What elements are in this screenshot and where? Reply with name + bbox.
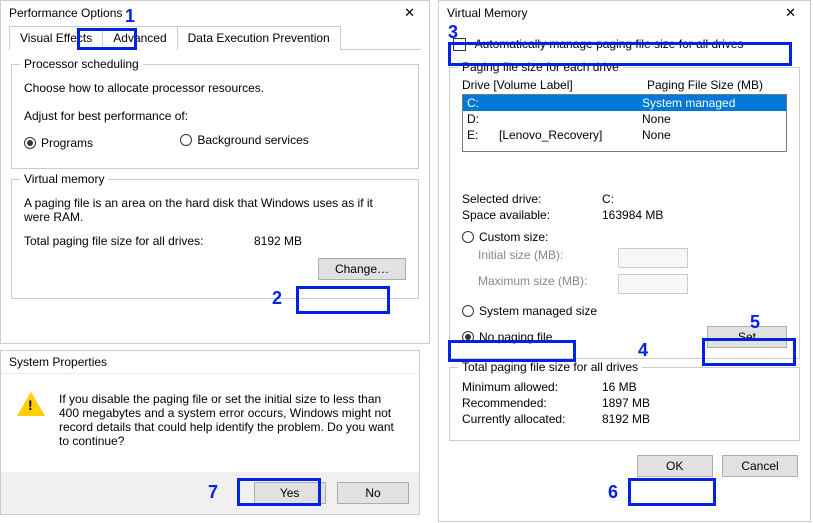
drive-letter: C: [467,96,499,110]
vm-title: Virtual Memory [447,6,527,20]
drive-label: [Lenovo_Recovery] [499,128,642,142]
tab-visual-effects[interactable]: Visual Effects [9,26,103,50]
radio-label: Programs [41,136,93,150]
radio-no-paging-file[interactable]: No paging file [462,330,552,344]
currently-allocated-label: Currently allocated: [462,412,602,426]
tab-label: Visual Effects [20,31,92,45]
tab-label: Data Execution Prevention [188,31,330,45]
radio-label: System managed size [479,304,597,318]
space-available-value: 163984 MB [602,208,663,222]
group-title: Total paging file size for all drives [458,360,642,374]
total-paging-group: Total paging file size for all drives Mi… [449,367,800,441]
hdr-drive: Drive [Volume Label] [462,78,647,92]
drive-row[interactable]: C: System managed [463,95,786,111]
radio-label: Custom size: [479,230,548,244]
ok-button[interactable]: OK [637,455,713,477]
drive-size: None [642,128,782,142]
no-button[interactable]: No [337,482,409,504]
vm-desc: A paging file is an area on the hard dis… [24,196,384,224]
drive-row[interactable]: D: None [463,111,786,127]
radio-system-managed[interactable]: System managed size [462,304,597,318]
selected-drive-label: Selected drive: [462,192,602,206]
drive-label [499,96,642,110]
group-title: Processor scheduling [20,57,143,71]
drive-size: None [642,112,782,126]
set-button[interactable]: Set [707,326,787,348]
drive-letter: D: [467,112,499,126]
each-drive-group: Paging file size for each drive Drive [V… [449,67,800,359]
currently-allocated-value: 8192 MB [602,412,650,426]
radio-programs[interactable]: Programs [24,136,93,150]
recommended-value: 1897 MB [602,396,650,410]
ps-desc: Choose how to allocate processor resourc… [24,81,406,95]
cancel-button[interactable]: Cancel [722,455,798,477]
radio-custom-size[interactable]: Custom size: [462,230,548,244]
sp-message: If you disable the paging file or set th… [59,392,403,448]
drive-size: System managed [642,96,782,110]
hdr-size: Paging File Size (MB) [647,78,787,92]
drive-list[interactable]: C: System managed D: None E: [Lenovo_Rec… [462,94,787,152]
sp-titlebar: System Properties [1,351,419,374]
virtual-memory-dialog: Virtual Memory ✕ Automatically manage pa… [438,0,811,522]
virtual-memory-group: Virtual memory A paging file is an area … [11,179,419,299]
group-title: Virtual memory [20,172,108,186]
radio-background-services[interactable]: Background services [180,133,308,147]
perf-title: Performance Options [9,6,122,20]
yes-button[interactable]: Yes [254,482,326,504]
recommended-label: Recommended: [462,396,602,410]
ps-adjust: Adjust for best performance of: [24,109,406,123]
drive-letter: E: [467,128,499,142]
warning-icon [17,392,45,448]
initial-size-label: Initial size (MB): [478,248,618,268]
radio-label: Background services [197,133,308,147]
auto-manage-checkbox[interactable] [453,38,466,51]
perf-titlebar: Performance Options ✕ [1,1,429,25]
selected-drive-value: C: [602,192,614,206]
performance-options-dialog: Performance Options ✕ Visual Effects Adv… [0,0,430,344]
vm-titlebar: Virtual Memory ✕ [439,1,810,25]
group-title: Paging file size for each drive [458,60,623,74]
initial-size-input [618,248,688,268]
tab-dep[interactable]: Data Execution Prevention [177,26,341,50]
max-size-input [618,274,688,294]
close-icon[interactable]: ✕ [398,5,421,21]
min-allowed-label: Minimum allowed: [462,380,602,394]
tab-advanced[interactable]: Advanced [102,26,177,50]
drive-label [499,112,642,126]
vm-total-label: Total paging file size for all drives: [24,234,254,248]
change-button[interactable]: Change… [318,258,406,280]
max-size-label: Maximum size (MB): [478,274,618,294]
min-allowed-value: 16 MB [602,380,637,394]
processor-scheduling-group: Processor scheduling Choose how to alloc… [11,64,419,169]
radio-label: No paging file [479,330,552,344]
close-icon[interactable]: ✕ [779,5,802,21]
system-properties-dialog: System Properties If you disable the pag… [0,350,420,515]
tab-label: Advanced [113,31,166,45]
space-available-label: Space available: [462,208,602,222]
vm-total-value: 8192 MB [254,234,302,248]
auto-manage-label: Automatically manage paging file size fo… [475,37,744,51]
perf-tabs: Visual Effects Advanced Data Execution P… [9,25,421,50]
drive-row[interactable]: E: [Lenovo_Recovery] None [463,127,786,143]
sp-title: System Properties [9,355,107,369]
